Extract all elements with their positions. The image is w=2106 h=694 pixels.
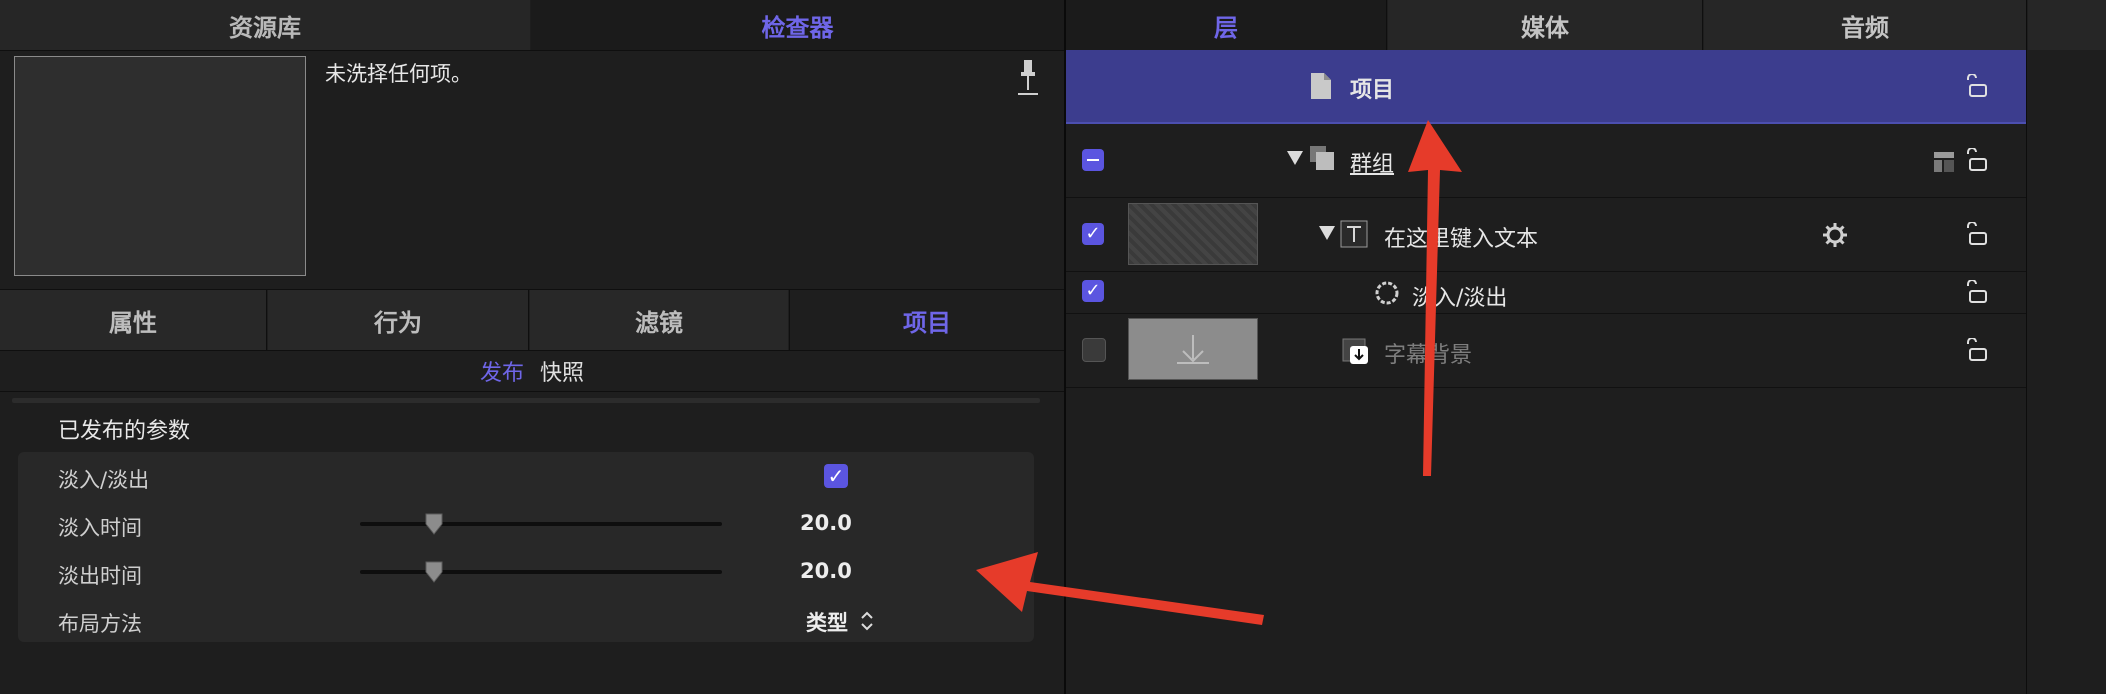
unlock-icon[interactable]	[1964, 74, 1988, 98]
fade-out-time-label: 淡出时间	[58, 564, 142, 588]
gear-icon[interactable]	[1822, 222, 1848, 248]
divider	[0, 50, 1064, 51]
pin-icon[interactable]	[1016, 58, 1040, 98]
layer-row-group[interactable]	[1066, 124, 2026, 198]
behavior-gear-icon	[1375, 281, 1399, 305]
group-icon	[1310, 146, 1334, 170]
divider	[1702, 0, 1703, 50]
layer-name-fade[interactable]: 淡入/淡出	[1412, 280, 1507, 312]
layout-method-select[interactable]: 类型	[806, 607, 848, 637]
unlock-icon[interactable]	[1964, 280, 1988, 304]
layer-name-group[interactable]: 群组	[1350, 146, 1394, 178]
isolate-icon[interactable]	[1932, 150, 1956, 174]
divider	[528, 290, 529, 350]
up-down-chevron-icon[interactable]	[860, 610, 874, 632]
fade-in-slider[interactable]	[360, 513, 722, 535]
tab-filters[interactable]: 滤镜	[530, 290, 788, 350]
tab-project[interactable]: 项目	[790, 290, 1064, 350]
published-params-group	[18, 452, 1034, 642]
fade-out-time-value[interactable]: 20.0	[800, 559, 852, 583]
separator	[12, 398, 1040, 403]
unlock-icon[interactable]	[1964, 338, 1988, 362]
published-params-heading: 已发布的参数	[58, 419, 191, 444]
layer-name-text[interactable]: 在这里键入文本	[1384, 221, 1538, 253]
tab-library[interactable]: 资源库	[0, 0, 530, 50]
text-layer-thumbnail	[1128, 203, 1258, 265]
tab-behaviors[interactable]: 行为	[268, 290, 528, 350]
fade-checkbox[interactable]: ✓	[824, 464, 848, 488]
disclosure-triangle-icon[interactable]	[1286, 150, 1304, 166]
divider	[0, 391, 1064, 392]
divider	[789, 290, 790, 350]
down-arrow-icon	[1177, 335, 1209, 364]
disclosure-triangle-icon[interactable]	[1318, 225, 1336, 241]
drop-zone-icon	[1342, 338, 1368, 364]
layer-name-project: 项目	[1350, 78, 1395, 103]
text-enable-checkbox[interactable]: ✓	[1082, 223, 1104, 245]
background-thumbnail	[1128, 318, 1258, 380]
tab-audio[interactable]: 音频	[1704, 0, 2026, 50]
layer-row-project[interactable]	[1066, 50, 2026, 124]
unlock-icon[interactable]	[1964, 148, 1988, 172]
fade-out-slider-knob[interactable]	[424, 560, 444, 584]
fade-out-slider[interactable]	[360, 561, 722, 583]
publish-snapshot-switch: 发布 快照	[0, 350, 1064, 392]
layer-name-background[interactable]: 字幕背景	[1384, 337, 1472, 369]
divider	[2026, 0, 2027, 694]
divider	[266, 290, 267, 350]
fade-param-label: 淡入/淡出	[58, 468, 150, 492]
tab-inspector[interactable]: 检查器	[531, 0, 1064, 50]
no-selection-text: 未洗择任何项。	[325, 62, 472, 86]
text-layer-icon	[1340, 220, 1368, 248]
tab-media[interactable]: 媒体	[1388, 0, 1702, 50]
preview-thumbnail	[14, 56, 306, 276]
document-icon	[1311, 73, 1331, 99]
layout-method-label: 布局方法	[58, 612, 142, 636]
tab-layers[interactable]: 层	[1066, 0, 1386, 50]
group-enable-checkbox[interactable]	[1082, 149, 1104, 171]
background-enable-checkbox[interactable]	[1082, 338, 1106, 362]
divider	[1386, 0, 1387, 50]
fade-in-slider-knob[interactable]	[424, 512, 444, 536]
tab-properties[interactable]: 属性	[0, 290, 266, 350]
tab-snapshot[interactable]: 快照	[540, 355, 584, 387]
unlock-icon[interactable]	[1964, 222, 1988, 246]
tab-publish[interactable]: 发布	[480, 355, 524, 387]
fade-in-time-label: 淡入时间	[58, 516, 142, 540]
layer-row-fade-behavior[interactable]	[1066, 272, 2026, 314]
tab-bar-filler	[2028, 0, 2106, 50]
fade-enable-checkbox[interactable]: ✓	[1082, 280, 1104, 302]
fade-in-time-value[interactable]: 20.0	[800, 511, 852, 535]
